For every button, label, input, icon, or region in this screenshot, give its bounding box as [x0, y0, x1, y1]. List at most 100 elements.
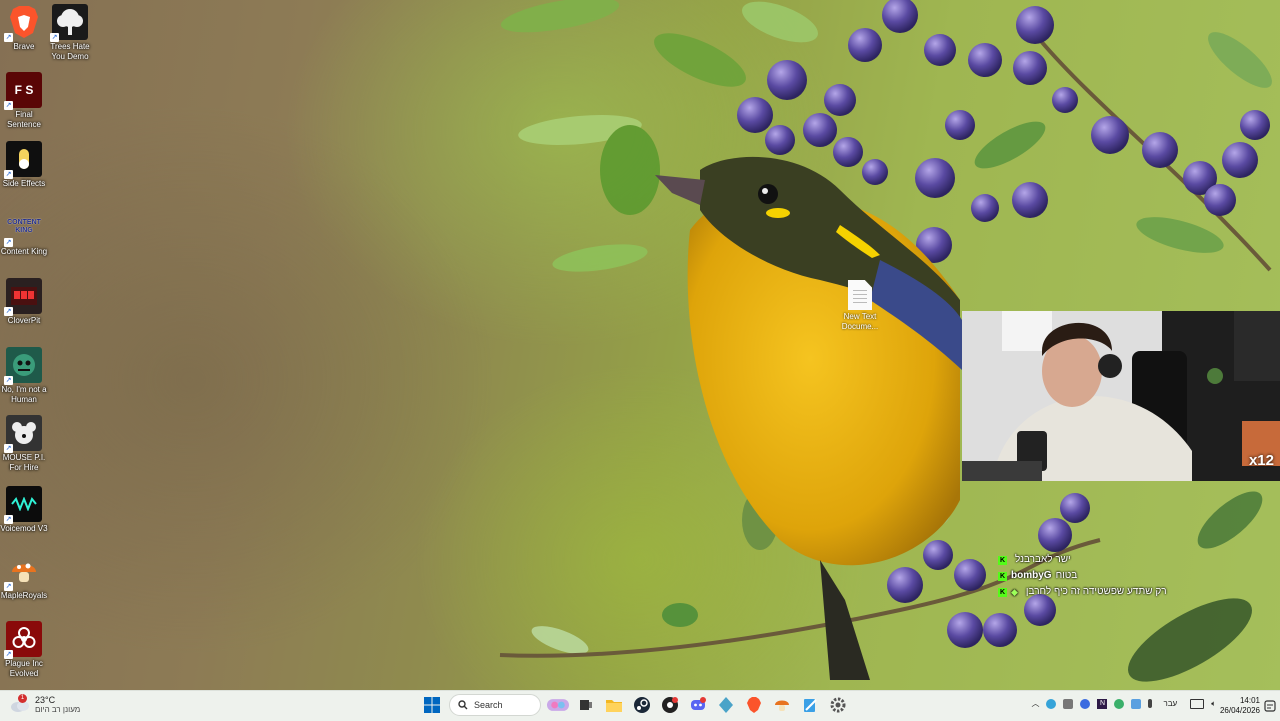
- chat-message-text: רק שתדע שפשטידה זה כיף לחרבן: [1025, 586, 1167, 597]
- desktop-icon-mouse-pi[interactable]: ↗ MOUSE P.I. For Hire: [0, 415, 48, 473]
- windows-logo-icon: [424, 697, 440, 713]
- desktop-icon-label: Final Sentence: [7, 110, 41, 129]
- tray-app-icon[interactable]: [1080, 698, 1091, 709]
- text-file-icon: [848, 280, 872, 310]
- clock-time: 14:01: [1239, 696, 1260, 705]
- webcam-person: [962, 311, 1280, 481]
- desktop-file-new-text-document[interactable]: New Text Docume...: [838, 280, 882, 332]
- brave-button[interactable]: [743, 694, 765, 716]
- desktop-icon-brave[interactable]: ↗ Brave: [0, 4, 48, 52]
- desktop-icon-label: Trees Hate You Demo: [50, 42, 90, 61]
- pill-icon: ↗: [4, 141, 42, 179]
- microphone-icon[interactable]: [1148, 699, 1153, 708]
- final-sentence-logo-text: F S: [14, 83, 34, 97]
- search-label: Search: [474, 700, 503, 710]
- desktop-icon-plague-inc[interactable]: ↗ Plague Inc Evolved: [0, 621, 48, 679]
- gear-icon: [830, 697, 846, 713]
- chat-username: bombyG: [1011, 570, 1052, 581]
- desktop-icon-final-sentence[interactable]: F S ↗ Final Sentence: [0, 72, 48, 130]
- search-icon: [458, 700, 468, 710]
- weather-alert-badge: 1: [18, 694, 27, 703]
- diamond-icon: [719, 697, 733, 713]
- taskbar-search[interactable]: Search: [449, 694, 541, 716]
- voicemod-icon: ↗: [4, 486, 42, 524]
- desktop-icon-label: MOUSE P.I. For Hire: [2, 453, 46, 472]
- network-icon[interactable]: [1190, 698, 1205, 709]
- biohazard-icon: ↗: [4, 621, 42, 659]
- clock[interactable]: 14:01 26/04/2026: [1220, 696, 1260, 716]
- sub-badge-icon: ◆: [1011, 587, 1018, 597]
- steam-icon: [634, 697, 650, 713]
- weather-condition: מעונן רב היום: [35, 705, 81, 714]
- desktop-file-label: New Text Docume...: [841, 312, 879, 331]
- desktop-icon-cloverpit[interactable]: ↗ CloverPit: [0, 278, 48, 326]
- desktop-icon-side-effects[interactable]: ↗ Side Effects: [0, 141, 48, 189]
- notepad-icon: [804, 699, 817, 712]
- chat-overlay: K ישר לאברבנל K bombyG בטוח K ◆ רק שתדע …: [998, 552, 1167, 600]
- desktop[interactable]: ↗ Brave ↗ Trees Hate You Demo F S ↗ Fina…: [0, 0, 1280, 690]
- desktop-icon-content-king[interactable]: CONTENT KING ↗ Content King: [0, 209, 48, 257]
- task-view-button[interactable]: [575, 694, 597, 716]
- tray-app-icon[interactable]: [1046, 698, 1057, 709]
- task-view-icon: [580, 700, 592, 710]
- notification-bell-icon[interactable]: [1264, 699, 1276, 712]
- discord-icon: [691, 697, 706, 710]
- steam-button[interactable]: [631, 694, 653, 716]
- weather-temperature: 23°C: [35, 695, 56, 705]
- volume-icon[interactable]: 🔈︎: [1211, 699, 1216, 709]
- chat-message-text: בטוח: [1055, 570, 1078, 581]
- desktop-icon-mapleroyals[interactable]: ↗ MapleRoyals: [0, 553, 48, 601]
- desktop-icon-label: MapleRoyals: [0, 591, 48, 600]
- folder-icon: [606, 700, 622, 712]
- content-king-logo-text: CONTENT KING: [7, 219, 41, 234]
- mushroom-icon: ↗: [4, 553, 42, 591]
- settings-button[interactable]: [827, 694, 849, 716]
- taskbar: 1 23°C מעונן רב היום Search ︿ N עבר 🔈︎ 1…: [0, 690, 1280, 721]
- cloud-icon: 1: [10, 694, 30, 712]
- language-indicator[interactable]: עבר: [1163, 699, 1177, 708]
- tray-app-icon[interactable]: [1114, 698, 1125, 709]
- desktop-icon-voicemod[interactable]: ↗ Voicemod V3: [0, 486, 48, 534]
- kick-badge-icon: K: [998, 555, 1007, 565]
- content-king-icon: CONTENT KING ↗: [4, 219, 41, 247]
- brave-lion-icon: [747, 697, 761, 713]
- desktop-icon-label: Content King: [0, 247, 48, 256]
- discord-button[interactable]: [687, 694, 709, 716]
- desktop-icon-no-im-not-a-human[interactable]: ↗ No, I'm not a Human: [0, 347, 48, 405]
- chat-message: K ◆ רק שתדע שפשטידה זה כיף לחרבן: [998, 584, 1167, 600]
- chat-message-text: ישר לאברבנל: [1015, 554, 1071, 565]
- clock-date: 26/04/2026: [1219, 706, 1260, 715]
- tray-app-icon[interactable]: [1063, 698, 1074, 709]
- system-tray: ︿ N עבר 🔈︎: [1031, 698, 1216, 709]
- obs-icon: [662, 697, 678, 713]
- search-highlight-icon: [547, 699, 569, 711]
- desktop-icon-trees-hate-you[interactable]: ↗ Trees Hate You Demo: [46, 4, 94, 62]
- chat-message: K bombyG בטוח: [998, 568, 1167, 584]
- start-button[interactable]: [421, 694, 443, 716]
- obs-button[interactable]: [659, 694, 681, 716]
- desktop-icon-label: Plague Inc Evolved: [5, 659, 43, 678]
- emote-multiplier-badge: x12: [1248, 452, 1274, 469]
- mouse-pi-icon: ↗: [4, 415, 42, 453]
- taskbar-apps: Search: [421, 694, 849, 716]
- creature-icon: ↗: [4, 347, 42, 385]
- tray-app-icon[interactable]: [1131, 698, 1142, 709]
- mapleroyals-button[interactable]: [771, 694, 793, 716]
- brave-lion-icon: ↗: [4, 4, 42, 42]
- app-button[interactable]: [715, 694, 737, 716]
- notion-icon[interactable]: N: [1097, 698, 1108, 709]
- desktop-icon-label: Voicemod V3: [0, 524, 48, 533]
- kick-badge-icon: K: [998, 571, 1007, 581]
- kick-badge-icon: K: [998, 587, 1007, 597]
- file-explorer-button[interactable]: [603, 694, 625, 716]
- chevron-up-icon[interactable]: ︿: [1031, 698, 1039, 709]
- weather-widget[interactable]: 1 23°C מעונן רב היום: [10, 694, 81, 715]
- chat-message: K ישר לאברבנל: [998, 552, 1167, 568]
- desktop-icon-label: Side Effects: [2, 179, 46, 188]
- cloverpit-icon: ↗: [4, 278, 42, 316]
- notepad-button[interactable]: [799, 694, 821, 716]
- final-sentence-icon: F S ↗: [4, 72, 42, 110]
- search-highlight-button[interactable]: [547, 694, 569, 716]
- tree-icon: ↗: [50, 4, 88, 42]
- desktop-icon-label: No, I'm not a Human: [1, 385, 47, 404]
